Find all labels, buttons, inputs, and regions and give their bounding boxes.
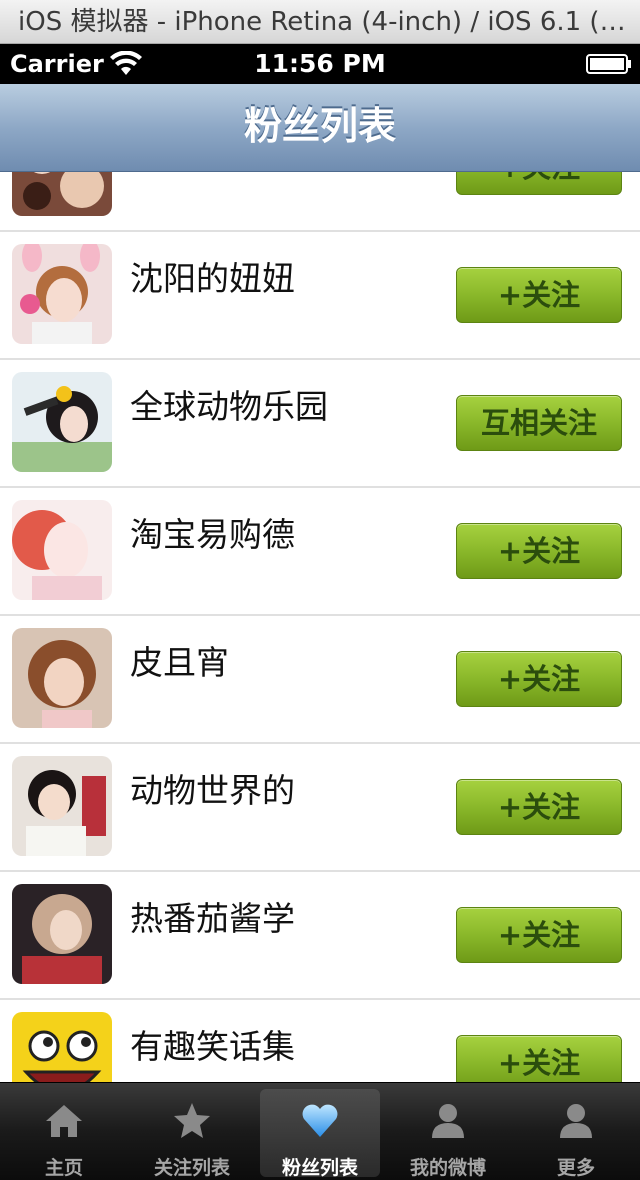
status-time: 11:56 PM [254,49,386,78]
fan-name: 热番茄酱学 [130,899,295,938]
tab-label: 更多 [556,1157,595,1179]
star-icon [174,1103,210,1138]
follow-button[interactable]: +关注 [456,523,622,579]
home-icon [46,1105,82,1137]
fan-name: 有趣笑话集 [130,1027,295,1066]
page-title: 粉丝列表 [243,104,396,148]
avatar [12,244,112,344]
follow-button[interactable]: +关注 [456,651,622,707]
mutual-follow-button[interactable]: 互相关注 [456,395,622,451]
tab-more[interactable]: 更多 [512,1083,640,1180]
list-item[interactable]: 热番茄酱学 +关注 [0,872,640,1000]
fan-name: 淘宝易购德 [130,515,295,554]
fans-list[interactable]: +关注 沈阳的妞妞 +关注 全球动物乐园 互相关注 淘宝易购德 +关注 [0,104,640,1128]
tab-following[interactable]: 关注列表 [128,1083,256,1180]
status-bar: Carrier 11:56 PM [0,44,640,84]
list-item[interactable]: 皮且宵 +关注 [0,616,640,744]
list-item[interactable]: 沈阳的妞妞 +关注 [0,232,640,360]
fan-name: 动物世界的 [130,771,295,810]
tab-label: 粉丝列表 [281,1157,358,1179]
simulator-screen: iOS 模拟器 - iPhone Retina (4-inch) / iOS 6… [0,0,640,1180]
simulator-window-title: iOS 模拟器 - iPhone Retina (4-inch) / iOS 6… [0,0,640,44]
tab-bar: 主页 关注列表 粉丝列表 我的微博 更多 [0,1082,640,1180]
fan-name: 皮且宵 [130,643,229,682]
list-item[interactable]: 淘宝易购德 +关注 [0,488,640,616]
avatar [12,884,112,984]
tab-label: 关注列表 [153,1157,230,1179]
tab-fans[interactable]: 粉丝列表 [256,1083,384,1180]
avatar [12,756,112,856]
fan-name: 全球动物乐园 [130,387,328,426]
follow-button[interactable]: +关注 [456,267,622,323]
navigation-bar: 粉丝列表 [0,84,640,172]
avatar [12,500,112,600]
avatar [12,628,112,728]
tab-my-weibo[interactable]: 我的微博 [384,1083,512,1180]
list-item[interactable]: 动物世界的 +关注 [0,744,640,872]
battery-icon [586,54,631,74]
list-item[interactable]: 全球动物乐园 互相关注 [0,360,640,488]
person-icon [560,1104,592,1138]
tab-home[interactable]: 主页 [0,1083,128,1180]
follow-button[interactable]: +关注 [456,907,622,963]
fan-name: 沈阳的妞妞 [130,259,295,298]
tab-label: 我的微博 [409,1157,486,1179]
follow-button[interactable]: +关注 [456,779,622,835]
person-icon [432,1104,464,1138]
tab-label: 主页 [44,1157,83,1179]
heart-icon [302,1104,338,1137]
avatar [12,372,112,472]
